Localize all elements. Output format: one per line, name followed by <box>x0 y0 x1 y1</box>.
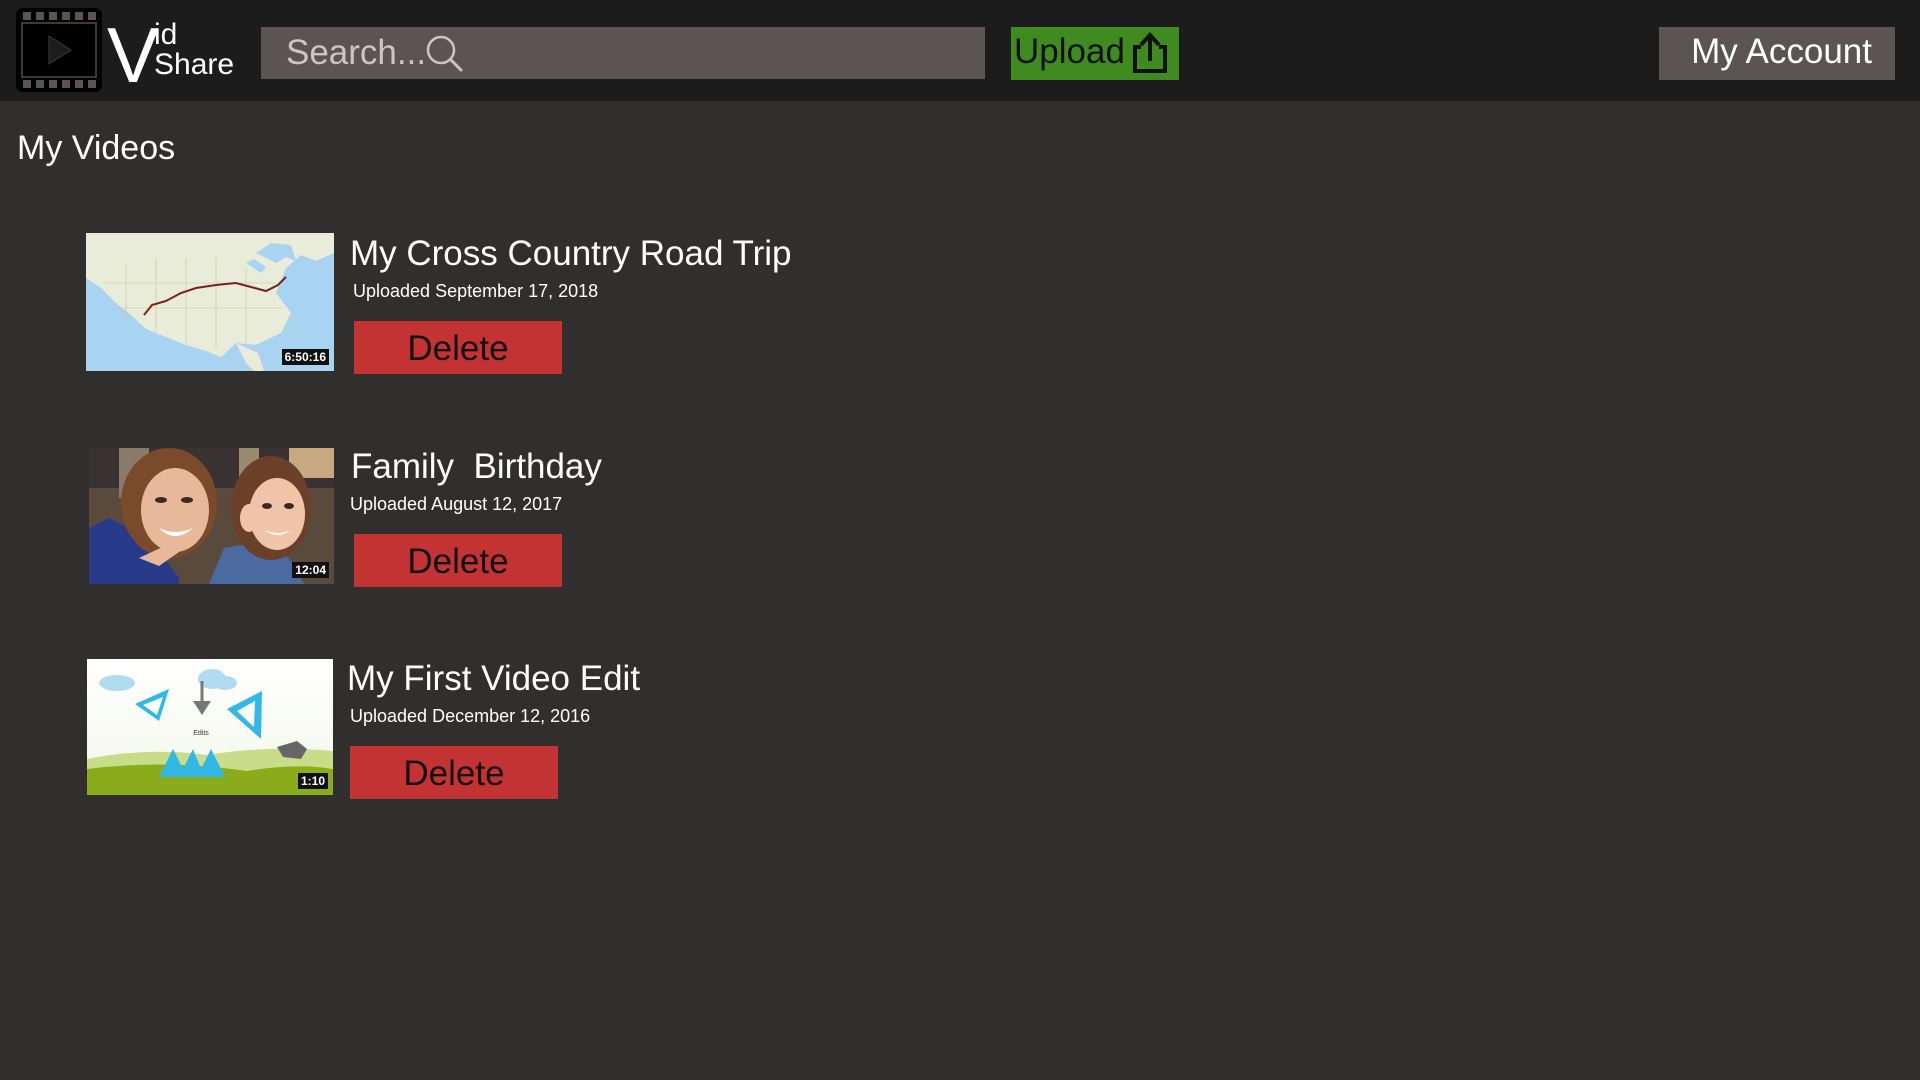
video-duration-badge: 6:50:16 <box>281 349 329 365</box>
animation-thumbnail-image: Edits <box>87 659 333 795</box>
video-list-item: 12:04 Family Birthday Uploaded August 12… <box>0 446 1920 596</box>
top-navigation-bar: V id Share Upload My Account <box>0 0 1920 101</box>
video-title[interactable]: My First Video Edit <box>347 658 640 700</box>
video-duration-badge: 12:04 <box>292 562 329 578</box>
search-input[interactable] <box>261 27 985 79</box>
logo-v-letter: V <box>107 11 160 99</box>
delete-video-button[interactable]: Delete <box>354 321 562 374</box>
video-thumbnail[interactable]: 12:04 <box>89 448 334 584</box>
delete-button-label: Delete <box>403 754 505 793</box>
upload-button[interactable]: Upload <box>1011 27 1179 80</box>
delete-button-label: Delete <box>407 329 509 368</box>
upload-button-label: Upload <box>1014 32 1125 71</box>
logo-id-text: id <box>154 18 178 51</box>
search-bar[interactable] <box>261 27 985 79</box>
video-upload-date: Uploaded August 12, 2017 <box>350 494 563 514</box>
delete-video-button[interactable]: Delete <box>354 534 562 587</box>
video-duration-badge: 1:10 <box>297 773 328 789</box>
delete-video-button[interactable]: Delete <box>350 746 558 799</box>
video-upload-date: Uploaded September 17, 2018 <box>353 281 599 301</box>
video-upload-date: Uploaded December 12, 2016 <box>350 706 591 726</box>
thumbnail-caption-text: Edits <box>193 730 209 737</box>
logo-share-text: Share <box>154 48 235 81</box>
video-list-item: 6:50:16 My Cross Country Road Trip Uploa… <box>0 233 1920 383</box>
my-account-button[interactable]: My Account <box>1659 27 1895 80</box>
page-title: My Videos <box>17 129 176 167</box>
delete-button-label: Delete <box>407 542 509 581</box>
video-thumbnail[interactable]: Edits 1:10 <box>87 659 333 795</box>
video-title[interactable]: My Cross Country Road Trip <box>350 233 792 275</box>
my-account-label: My Account <box>1691 32 1872 71</box>
upload-share-icon <box>1133 32 1167 73</box>
video-thumbnail[interactable]: 6:50:16 <box>86 233 334 371</box>
search-icon[interactable] <box>424 33 464 73</box>
video-list-item: Edits 1:10 My First Video Edit Uploaded … <box>0 658 1920 808</box>
vidshare-logo[interactable]: V id Share <box>16 8 236 94</box>
video-title[interactable]: Family Birthday <box>351 446 602 488</box>
film-play-icon <box>16 8 102 92</box>
